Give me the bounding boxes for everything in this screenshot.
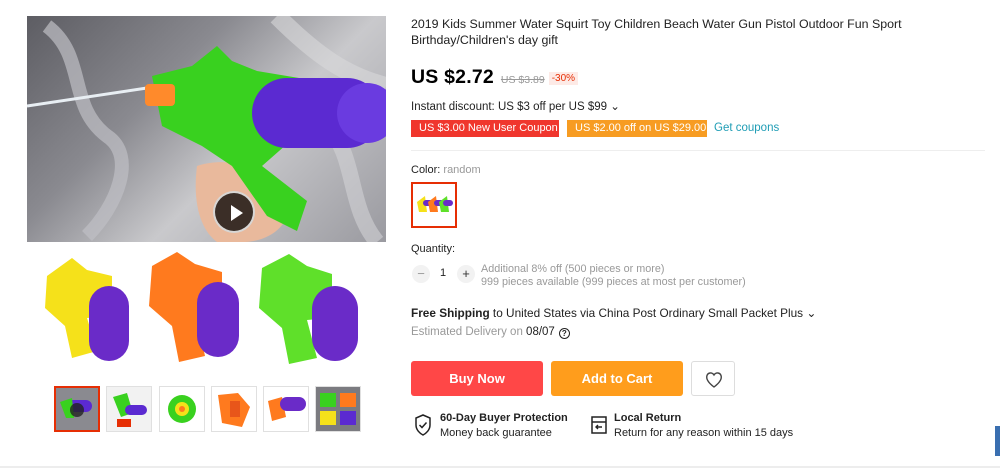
protection-subtitle: Money back guarantee — [440, 427, 552, 439]
color-label: Color: random — [411, 164, 481, 176]
buy-now-button[interactable]: Buy Now — [411, 361, 543, 396]
bulk-discount-note: Additional 8% off (500 pieces or more) — [481, 263, 665, 275]
return-box-icon — [591, 416, 607, 434]
store-coupon[interactable]: US $2.00 off on US $29.00 — [567, 120, 707, 137]
quantity-decrease-button[interactable]: − — [412, 265, 430, 283]
quantity-input[interactable]: 1 — [436, 267, 450, 279]
help-icon[interactable]: ? — [558, 328, 570, 339]
color-label-text: Color: — [411, 164, 441, 176]
main-product-image[interactable] — [27, 16, 386, 242]
wishlist-button[interactable] — [691, 361, 735, 396]
shipping-dropdown[interactable]: Free Shipping to United States via China… — [411, 306, 816, 320]
discount-badge: -30% — [548, 72, 579, 85]
color-value: random — [443, 164, 481, 176]
quantity-label: Quantity: — [411, 243, 456, 255]
delivery-date: 08/07 — [526, 326, 555, 338]
price-row: US $2.72 US $3.89 -30% — [411, 66, 579, 90]
delivery-prefix: Estimated Delivery on — [411, 326, 527, 338]
original-price: US $3.89 — [500, 74, 545, 86]
thumbnail-6[interactable] — [315, 386, 361, 432]
estimated-delivery: Estimated Delivery on 08/07? — [411, 326, 570, 339]
play-icon — [231, 205, 243, 221]
shipping-details: to United States via China Post Ordinary… — [489, 306, 817, 320]
return-subtitle: Return for any reason within 15 days — [614, 427, 794, 439]
thumbnail-5[interactable] — [263, 386, 309, 432]
new-user-coupon[interactable]: US $3.00 New User Coupon — [411, 120, 559, 137]
get-coupons-link[interactable]: Get coupons — [714, 122, 779, 134]
thumbnail-2[interactable] — [106, 386, 152, 432]
return-title: Local Return — [614, 412, 682, 424]
thumbnail-3[interactable] — [159, 386, 205, 432]
quantity-note: Additional 8% off (500 pieces or more) 9… — [481, 263, 746, 289]
heart-icon — [706, 372, 722, 388]
add-to-cart-button[interactable]: Add to Cart — [551, 361, 683, 396]
current-price: US $2.72 — [411, 66, 494, 88]
product-title: 2019 Kids Summer Water Squirt Toy Childr… — [411, 17, 902, 47]
secondary-product-image[interactable] — [27, 246, 386, 374]
stock-note: 999 pieces available (999 pieces at most… — [481, 276, 746, 288]
protection-title: 60-Day Buyer Protection — [440, 412, 568, 424]
bottom-divider — [0, 466, 1000, 468]
color-option-random[interactable] — [411, 182, 457, 228]
instant-discount-dropdown[interactable]: Instant discount: US $3 off per US $99 ⌄ — [411, 99, 620, 113]
scroll-indicator — [995, 426, 1000, 456]
quantity-increase-button[interactable]: + — [457, 265, 475, 283]
thumbnail-4[interactable] — [211, 386, 257, 432]
shield-check-icon — [415, 414, 431, 436]
divider — [411, 150, 985, 151]
thumbnail-1[interactable] — [54, 386, 100, 432]
free-shipping-label: Free Shipping — [411, 306, 490, 320]
play-video-button[interactable] — [213, 191, 255, 233]
